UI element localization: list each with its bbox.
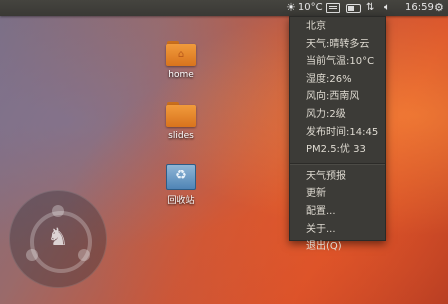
menu-item-quit[interactable]: 退出(Q) [290,238,385,256]
menu-wind-direction: 风向:西南风 [306,91,360,103]
home-folder-icon: ⌂ [166,41,196,67]
panel-clock: 16:59 [405,2,434,13]
desktop-icon-label: home [168,70,194,80]
mascot-icon: ♞ [47,223,69,251]
desktop-icon-label: slides [168,131,194,141]
keyboard-icon [326,3,340,13]
desktop-icon-home[interactable]: ⌂ home [151,41,211,80]
gear-icon: ⚙ [434,1,444,14]
menu-publish-time: 发布时间:14:45 [306,126,379,138]
volume-indicator[interactable]: 🔈︎ [384,0,390,16]
network-icon: ⇅ [366,2,375,13]
menu-pm25: PM2.5:优 33 [306,144,366,156]
session-indicator[interactable]: ⚙ [434,0,444,16]
sun-icon: ☀ [286,1,296,14]
clock-indicator[interactable]: 16:59 [405,0,434,16]
menu-item-update[interactable]: 更新 [290,185,385,203]
desktop-icon-label: 回收站 [167,196,195,206]
menu-city: 北京 [306,21,326,32]
weather-indicator[interactable]: ☀ 10°C [286,0,323,16]
top-panel: ☀ 10°C ⇅ 🔈︎ 16:59 ⚙ [0,0,448,16]
desktop-icon-slides[interactable]: slides [151,102,211,141]
menu-condition: 天气:晴转多云 [306,38,370,50]
volume-icon: 🔈︎ [384,2,390,13]
menu-item-configure[interactable]: 配置... [290,203,385,221]
folder-icon [166,102,196,128]
menu-humidity: 湿度:26% [306,73,352,85]
keyboard-indicator[interactable] [326,0,340,16]
ubuntu-logo: ♞ [9,190,107,288]
menu-wind-force: 风力:2级 [306,108,346,120]
menu-item-about[interactable]: 关于... [290,221,385,239]
menu-current-temp: 当前气温:10°C [306,56,375,68]
panel-temperature: 10°C [297,2,323,13]
desktop-icon-trash[interactable]: ♻ 回收站 [151,164,211,206]
battery-indicator[interactable] [346,0,361,16]
battery-icon [346,3,361,13]
trash-icon: ♻ [166,164,196,190]
network-indicator[interactable]: ⇅ [366,0,375,16]
weather-menu: 北京 天气:晴转多云 当前气温:10°C 湿度:26% 风向:西南风 风力:2级… [289,16,386,252]
menu-item-forecast[interactable]: 天气预报 [290,168,385,186]
menu-separator [290,162,385,165]
